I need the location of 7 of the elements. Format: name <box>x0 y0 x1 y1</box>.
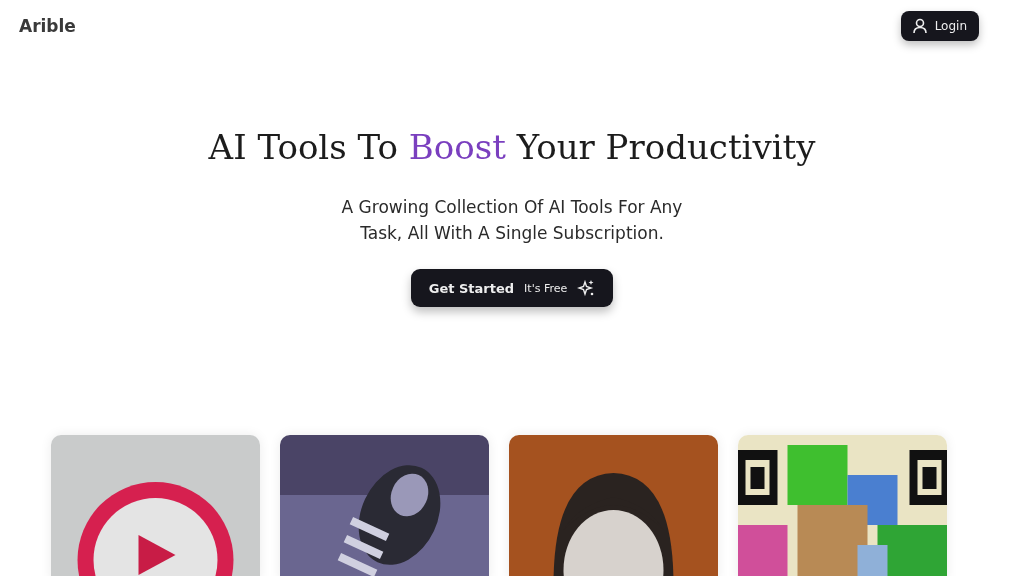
logo[interactable]: Arible <box>19 16 76 36</box>
hero-title: AI Tools To Boost Your Productivity <box>208 127 816 167</box>
user-icon <box>912 18 927 34</box>
login-button[interactable]: Login <box>900 11 979 41</box>
hero-subtitle: A Growing Collection Of AI Tools For Any Task, All With A Single Subscription. <box>340 196 684 245</box>
get-started-button[interactable]: Get Started It's Free <box>410 269 614 307</box>
sparkle-icon <box>577 279 596 297</box>
